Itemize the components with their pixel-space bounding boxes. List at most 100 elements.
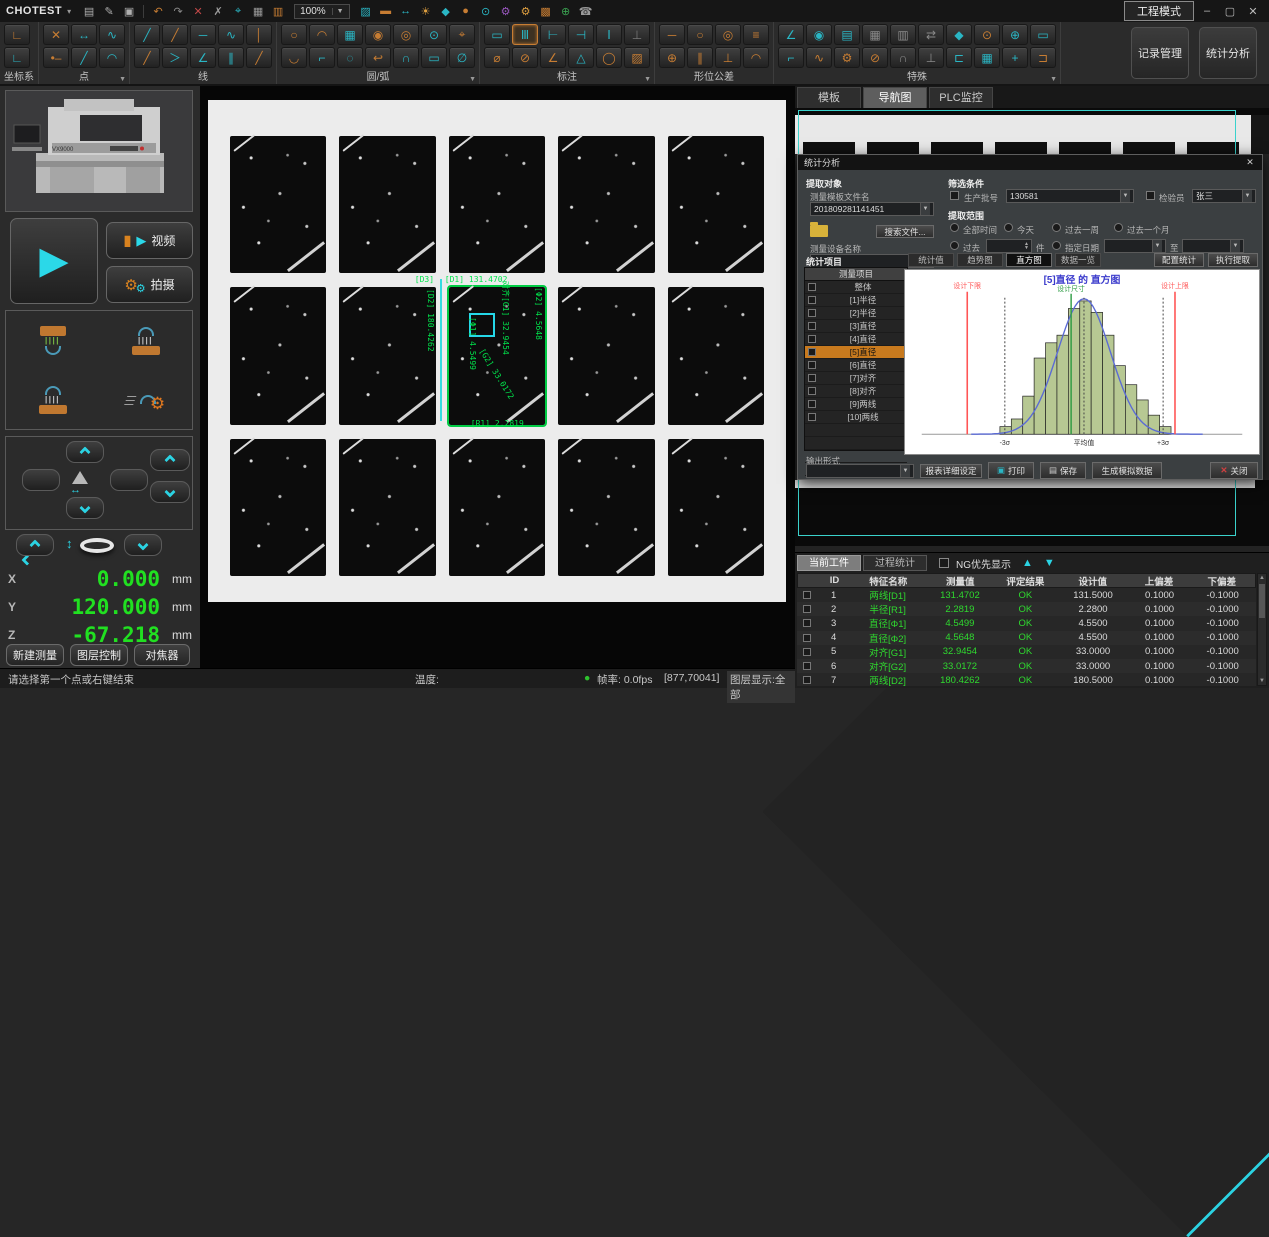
table-row[interactable]: 6对齐[G2]33.0172OK33.00000.1000-0.1000 xyxy=(797,659,1256,673)
settings-gear-icon[interactable]: ⚙ xyxy=(517,3,535,19)
range-past-radio[interactable] xyxy=(950,241,959,250)
tab-template[interactable]: 模板 xyxy=(797,87,861,108)
special-cam-icon[interactable]: ⊙ xyxy=(974,24,1000,45)
line-angle-icon[interactable]: ＞ xyxy=(162,47,188,68)
corner-arc-icon[interactable]: ⌐ xyxy=(309,47,335,68)
special-poly-icon[interactable]: ◆ xyxy=(946,24,972,45)
ring-light-up-button[interactable] xyxy=(16,534,54,556)
range-all-radio[interactable] xyxy=(950,223,959,232)
line-chain-icon[interactable]: │ xyxy=(246,24,272,45)
dim-caliper-icon[interactable]: ⊢ xyxy=(540,24,566,45)
report-icon[interactable]: ▥ xyxy=(269,3,287,19)
table-row[interactable]: 3直径[Φ1]4.5499OK4.55000.1000-0.1000 xyxy=(797,616,1256,630)
batch-combo[interactable]: 130581▼ xyxy=(1006,189,1134,203)
render-gear-icon[interactable]: ⚙ xyxy=(497,3,515,19)
row-checkbox[interactable] xyxy=(803,605,811,613)
move-down-icon[interactable]: ▼ xyxy=(1044,557,1055,569)
special-coil-icon[interactable]: ◉ xyxy=(806,24,832,45)
measurement-item[interactable]: [3]直径 xyxy=(805,320,907,333)
special-tree-icon[interactable]: ⇄ xyxy=(918,24,944,45)
navigation-map-bottom[interactable] xyxy=(795,480,1269,546)
line-icon[interactable]: ╱ xyxy=(134,24,160,45)
save-button[interactable]: ▤ 保存 xyxy=(1040,462,1086,479)
measurement-item[interactable]: [8]对齐 xyxy=(805,385,907,398)
dialog-close-icon[interactable]: ✕ xyxy=(1244,157,1256,168)
measurement-item[interactable]: [10]两线 xyxy=(805,411,907,424)
table-row[interactable]: 4直径[Φ2]4.5648OK4.55000.1000-0.1000 xyxy=(797,631,1256,645)
group-dropdown-icon[interactable]: ▼ xyxy=(119,76,126,83)
camera-viewport[interactable]: [D1] 131.4702[D3][D2] 180.4262对齐[G1] 32.… xyxy=(200,86,795,668)
execute-extract-button[interactable]: 执行提取 xyxy=(1208,253,1258,267)
app-menu-caret-icon[interactable]: ▾ xyxy=(67,7,71,16)
arc-icon[interactable]: ◡ xyxy=(281,47,307,68)
point-on-line-icon[interactable]: ╱ xyxy=(71,47,97,68)
coord-system-part-icon[interactable]: ∟ xyxy=(4,47,30,68)
print-button[interactable]: ▣ 打印 xyxy=(988,462,1034,479)
point-midpoint-icon[interactable]: •– xyxy=(43,47,69,68)
point-arc-icon[interactable]: ◠ xyxy=(99,47,125,68)
maximize-button[interactable]: ▢ xyxy=(1220,5,1240,18)
results-scrollbar[interactable]: ▲▼ xyxy=(1257,573,1267,686)
date-from-combo[interactable]: ▼ xyxy=(1104,239,1166,253)
circle-grid-icon[interactable]: ▦ xyxy=(337,24,363,45)
dim-ruler-icon[interactable]: ▭ xyxy=(484,24,510,45)
table-row[interactable]: 2半径[R1]2.2819OK2.28000.1000-0.1000 xyxy=(797,602,1256,616)
arc-top-icon[interactable]: ◠ xyxy=(309,24,335,45)
special-gauge-icon[interactable]: ⊘ xyxy=(862,47,888,68)
row-checkbox[interactable] xyxy=(803,676,811,684)
zoom-caret-icon[interactable]: ▼ xyxy=(332,8,344,15)
redo-icon[interactable]: ↷ xyxy=(169,3,187,19)
measurement-item[interactable]: [5]直径 xyxy=(805,346,907,359)
table-row[interactable]: 7两线[D2]180.4262OK180.50000.1000-0.1000 xyxy=(797,673,1256,686)
point-profile-icon[interactable]: ∿ xyxy=(99,24,125,45)
dim-vertical-icon[interactable]: ⊥ xyxy=(624,24,650,45)
statistics-analysis-button[interactable]: 统计分析 xyxy=(1199,27,1257,79)
dim-diameter2-icon[interactable]: ⊘ xyxy=(512,47,538,68)
dim-height-icon[interactable]: Ⅰ xyxy=(596,24,622,45)
top-light-button[interactable]: |||| xyxy=(40,326,66,355)
save-icon[interactable]: ▤ xyxy=(80,3,98,19)
special-cross-icon[interactable]: + xyxy=(1002,47,1028,68)
line-profile-icon[interactable]: ∿ xyxy=(218,24,244,45)
special-capsule-icon[interactable]: ▭ xyxy=(1030,24,1056,45)
view-tab-直方图[interactable]: 直方图 xyxy=(1006,253,1052,267)
past-count-spinner[interactable]: ▲▼ xyxy=(986,239,1032,253)
range-month-radio[interactable] xyxy=(1114,223,1123,232)
jog-down-button[interactable] xyxy=(66,497,104,519)
ring-light-down-button[interactable] xyxy=(124,534,162,556)
measurement-item[interactable]: 整体 xyxy=(805,281,907,294)
generate-data-button[interactable]: 生成模拟数据 xyxy=(1092,462,1162,479)
special-clamp-icon[interactable]: ⊏ xyxy=(946,47,972,68)
dialog-close-button[interactable]: ✕ 关闭 xyxy=(1210,462,1258,479)
special-corner-icon[interactable]: ⌐ xyxy=(778,47,804,68)
range-date-radio[interactable] xyxy=(1052,241,1061,250)
run-measurement-button[interactable]: ▶ xyxy=(10,218,98,304)
locate-pin-icon[interactable]: ⌖ xyxy=(449,24,475,45)
tab-plc-monitor[interactable]: PLC监控 xyxy=(929,87,993,108)
special-bridge-icon[interactable]: ▦ xyxy=(862,24,888,45)
special-keypad-icon[interactable]: ▦ xyxy=(974,47,1000,68)
grid-icon[interactable]: ▦ xyxy=(249,3,267,19)
item-checkbox[interactable] xyxy=(808,309,816,317)
special-gearbox-icon[interactable]: ⚙ xyxy=(834,47,860,68)
led-panel-icon[interactable]: ▩ xyxy=(537,3,555,19)
circle-center-icon[interactable]: ◉ xyxy=(365,24,391,45)
tol-symmetry-icon[interactable]: ≡ xyxy=(743,24,769,45)
dim-lines-icon[interactable]: Ⅲ xyxy=(512,24,538,45)
line-parallel-icon[interactable]: ∥ xyxy=(218,47,244,68)
slot-icon[interactable]: ▭ xyxy=(421,47,447,68)
table-row[interactable]: 5对齐[G1]32.9454OK33.00000.1000-0.1000 xyxy=(797,645,1256,659)
group-dropdown-icon[interactable]: ▼ xyxy=(469,76,476,83)
effect-icon[interactable]: ◆ xyxy=(437,3,455,19)
close-button[interactable]: ✕ xyxy=(1243,5,1263,18)
arch-icon[interactable]: ∩ xyxy=(393,47,419,68)
tab-current-workpiece[interactable]: 当前工件 xyxy=(797,555,861,571)
special-teeth-icon[interactable]: ∩ xyxy=(890,47,916,68)
tol-parallelism-icon[interactable]: ∥ xyxy=(687,47,713,68)
row-checkbox[interactable] xyxy=(803,619,811,627)
tol-position-icon[interactable]: ⊕ xyxy=(659,47,685,68)
item-checkbox[interactable] xyxy=(808,296,816,304)
z-down-button[interactable] xyxy=(150,481,190,503)
item-checkbox[interactable] xyxy=(808,374,816,382)
dim-width-icon[interactable]: ⊣ xyxy=(568,24,594,45)
